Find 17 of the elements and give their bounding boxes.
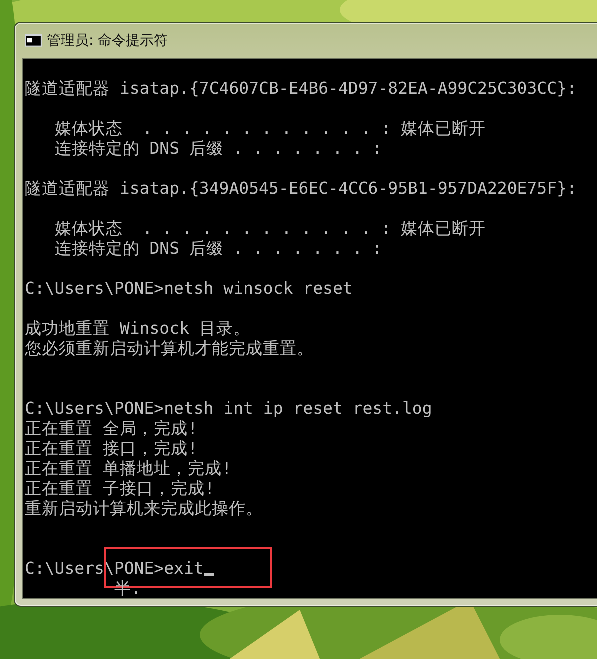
console-line: 连接特定的 DNS 后缀 . . . . . . . : bbox=[54, 139, 382, 158]
console-line: 正在重置 接口，完成! bbox=[25, 439, 198, 458]
console-line: 正在重置 子接口，完成! bbox=[25, 479, 215, 498]
console-line: 重新启动计算机来完成此操作。 bbox=[25, 499, 263, 518]
console-line: 正在重置 全局，完成! bbox=[25, 419, 198, 438]
console-line: C:\Users\PONE>netsh winsock reset bbox=[25, 279, 353, 298]
console-line: 媒体状态 . . . . . . . . . . . . : 媒体已断开 bbox=[54, 119, 486, 138]
terminal-icon bbox=[25, 34, 42, 47]
console-line: C:\Users\PONE>netsh int ip reset rest.log bbox=[25, 399, 432, 418]
console-line: 成功地重置 Winsock 目录。 bbox=[25, 319, 250, 338]
console-line: 隧道适配器 isatap.{349A0545-E6EC-4CC6-95B1-957DA220E75F}: bbox=[25, 179, 577, 198]
console-line: 连接特定的 DNS 后缀 . . . . . . . : bbox=[54, 239, 382, 258]
window-title: 管理员: 命令提示符 bbox=[47, 32, 168, 50]
console-line: 媒体状态 . . . . . . . . . . . . : 媒体已断开 bbox=[54, 219, 486, 238]
console-line: 您必须重新启动计算机才能完成重置。 bbox=[25, 339, 314, 358]
console-line: 隧道适配器 isatap.{7C4607CB-E4B6-4D97-82EA-A99C25C303CC}: bbox=[25, 79, 577, 98]
console-line: 正在重置 单播地址，完成! bbox=[25, 459, 232, 478]
